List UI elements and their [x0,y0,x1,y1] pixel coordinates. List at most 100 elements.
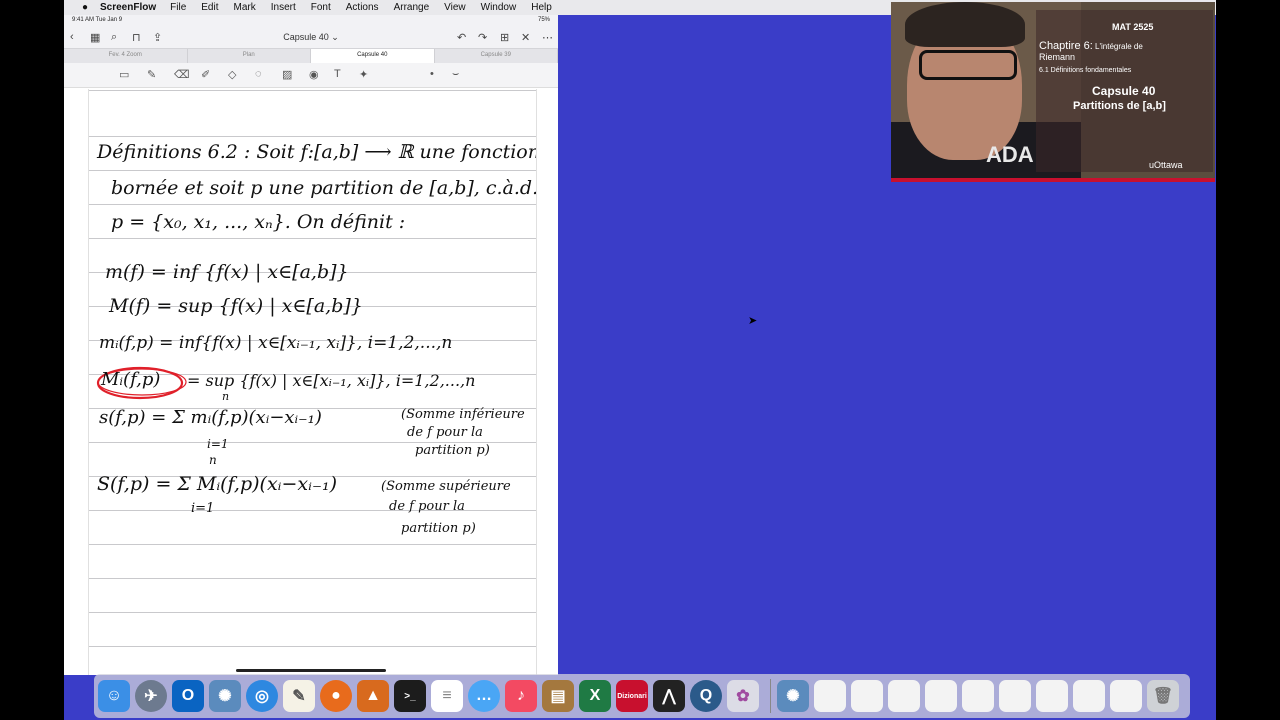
maple-icon[interactable]: ✺ [209,680,241,712]
notes-toolbar: ‹ ▦ ⌕ ⊓ ⇪ Capsule 40 ⌄ ↶ ↷ ⊞ ✕ ⋯ [64,28,558,48]
menu-view[interactable]: View [444,2,466,13]
tab-capsule-39[interactable]: Capsule 39 [435,49,558,63]
menu-edit[interactable]: Edit [201,2,218,13]
add-page-icon[interactable]: ⊞ [500,31,509,44]
tab-label: Fev. 4 Zoom [108,52,142,58]
status-battery: 75% [537,17,550,23]
tab-capsule-40[interactable]: Capsule 40 [311,49,435,63]
home-indicator [236,669,386,672]
window-thumbnail[interactable] [925,680,957,712]
section-title: 6.1 Définitions fondamentales [1039,67,1132,74]
status-time: 9:41 AM Tue Jan 9 [72,17,123,23]
music-icon[interactable]: ♪ [505,680,537,712]
definition-line-1: Définitions 6.2 : Soit f:[a,b] ⟶ ℝ une f… [97,141,537,163]
maple-window-thumbnail[interactable]: ✺ [777,680,809,712]
undo-icon[interactable]: ↶ [457,31,466,44]
menu-mark[interactable]: Mark [234,2,256,13]
excel-icon[interactable]: X [579,680,611,712]
menu-actions[interactable]: Actions [346,2,379,13]
upper-sum-note-3: partition p) [401,521,476,536]
image-icon[interactable]: ▨ [282,68,292,81]
notes-icon[interactable]: ≡ [431,680,463,712]
gamecenter-icon[interactable]: ✿ [727,680,759,712]
color-dot-icon[interactable]: • [430,68,434,80]
video-red-bar [891,178,1215,182]
finder-icon[interactable]: ☺ [98,680,130,712]
menu-font[interactable]: Font [311,2,331,13]
chapter-title-small: L'intégrale de [1092,42,1143,51]
archive-icon[interactable]: ▤ [542,680,574,712]
window-thumbnail[interactable] [999,680,1031,712]
laser-pointer-icon[interactable]: ✦ [359,68,368,81]
launchpad-icon[interactable]: ✈ [135,680,167,712]
matlab-icon[interactable]: ▲ [357,680,389,712]
stroke-width-icon[interactable]: ⌣ [452,68,459,81]
read-mode-icon[interactable]: ▭ [119,68,129,81]
dizionari-icon[interactable]: Dizionari [616,680,648,712]
dock: ☺ ✈ O ✺ ◎ ✎ ● ▲ >_ ≡ … ♪ ▤ X Dizionari ⋀… [94,674,1190,718]
textedit-icon[interactable]: ✎ [283,680,315,712]
more-icon[interactable]: ⋯ [542,31,553,44]
upper-sum-upper-index: n [209,453,217,467]
shapes-icon[interactable]: ◇ [228,68,236,81]
menu-file[interactable]: File [170,2,186,13]
ipad-mirror-window: 9:41 AM Tue Jan 9 75% ‹ ▦ ⌕ ⊓ ⇪ Capsule … [64,15,558,675]
window-thumbnail[interactable] [1073,680,1105,712]
chapter-title-big: Chaptire 6: [1039,40,1093,52]
eraser-icon[interactable]: ⌫ [174,68,190,81]
firefox-icon[interactable]: ● [320,680,352,712]
close-icon[interactable]: ✕ [521,31,530,44]
quicktime-icon[interactable]: Q [690,680,722,712]
terminal-icon[interactable]: >_ [394,680,426,712]
pen-icon[interactable]: ✎ [147,68,156,81]
tab-plan[interactable]: Plan [188,49,311,63]
window-thumbnail[interactable] [1036,680,1068,712]
inf-f-formula: m(f) = inf {f(x) | x∈[a,b]} [105,261,349,283]
lower-sum-note-2: de f pour la [407,425,483,440]
redo-icon[interactable]: ↷ [478,31,487,44]
upper-sum-lower-index: i=1 [191,501,215,516]
presenter-hair [905,2,1025,47]
apple-menu-icon[interactable]: ● [76,2,94,13]
outlook-icon[interactable]: O [172,680,204,712]
trash-icon[interactable]: 🗑 [1147,680,1179,712]
right-letterbox [1216,0,1280,720]
text-icon[interactable]: T [334,68,341,80]
safari-icon[interactable]: ◎ [246,680,278,712]
tab-label: Capsule 40 [357,52,388,58]
window-thumbnail[interactable] [814,680,846,712]
definition-line-3: p = {x₀, x₁, ..., xₙ}. On définit : [111,211,406,233]
note-page[interactable]: Définitions 6.2 : Soit f:[a,b] ⟶ ℝ une f… [88,89,537,675]
menu-window[interactable]: Window [481,2,517,13]
topic-title: Partitions de [a,b] [1073,100,1166,112]
university-logo: uOttawa [1149,160,1183,170]
menu-app-name[interactable]: ScreenFlow [100,2,156,13]
messages-icon[interactable]: … [468,680,500,712]
dock-separator [770,679,771,713]
acrobat-icon[interactable]: ⋀ [653,680,685,712]
lasso-icon[interactable]: ◌ [255,68,262,80]
window-thumbnail[interactable] [888,680,920,712]
inf-i-formula: mᵢ(f,p) = inf{f(x) | x∈[xᵢ₋₁, xᵢ]}, i=1,… [99,333,453,353]
camera-icon[interactable]: ◉ [309,68,319,81]
sup-i-label: Mᵢ(f,p) [101,369,161,390]
presenter-glasses [919,50,1017,80]
upper-sum-formula: S(f,p) = Σ Mᵢ(f,p)(xᵢ−xᵢ₋₁) [97,473,337,495]
sup-f-formula: M(f) = sup {f(x) | x∈[a,b]} [109,295,363,317]
menu-arrange[interactable]: Arrange [394,2,430,13]
ipad-status-bar: 9:41 AM Tue Jan 9 75% [64,15,558,28]
menu-help[interactable]: Help [531,2,552,13]
sup-i-formula: = sup {f(x) | x∈[xᵢ₋₁, xᵢ]}, i=1,2,...,n [187,371,476,390]
lower-sum-note-3: partition p) [415,443,490,458]
highlighter-icon[interactable]: ✐ [201,68,210,81]
window-thumbnail[interactable] [1110,680,1142,712]
tab-fev-zoom[interactable]: Fev. 4 Zoom [64,49,188,63]
lower-sum-lower-index: i=1 [207,437,229,451]
chapter-title: Chaptire 6: L'intégrale de [1039,40,1143,52]
window-thumbnail[interactable] [962,680,994,712]
menu-insert[interactable]: Insert [271,2,296,13]
excel-label: X [589,687,601,704]
lower-sum-note-1: (Somme inférieure [401,407,525,422]
capsule-title: Capsule 40 [1092,84,1156,98]
window-thumbnail[interactable] [851,680,883,712]
